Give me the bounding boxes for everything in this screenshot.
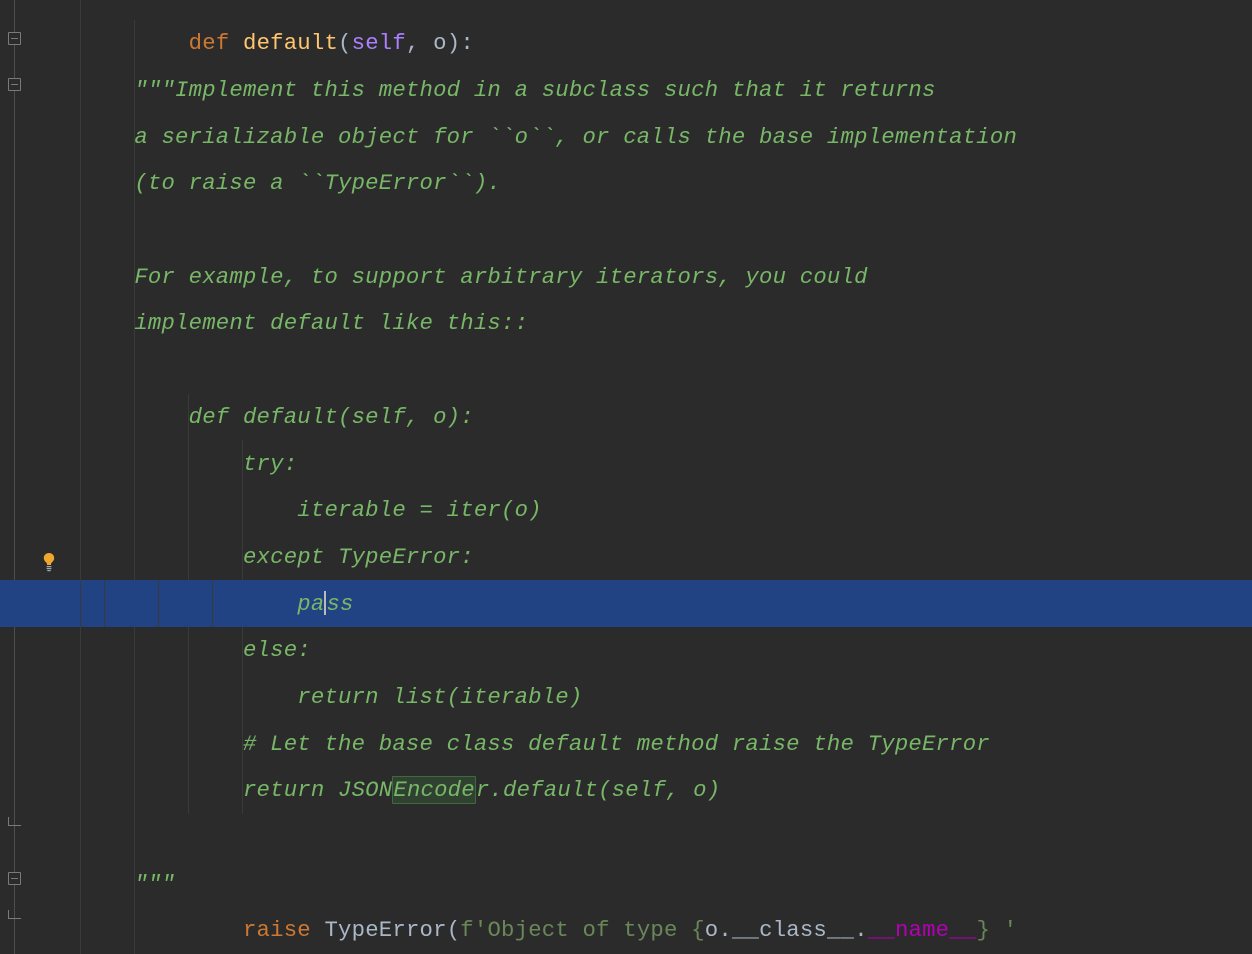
code-line[interactable] <box>30 814 1252 861</box>
code-line[interactable]: a serializable object for ``o``, or call… <box>30 113 1252 160</box>
code-line[interactable]: try: <box>30 440 1252 487</box>
magic-name: __name__ <box>868 917 977 943</box>
code-line[interactable]: def default(self, o): <box>30 394 1252 441</box>
param-o: o <box>433 30 447 56</box>
code-line[interactable]: iterable = iter(o) <box>30 487 1252 534</box>
docstring-text: # Let the base class default method rais… <box>30 731 990 757</box>
docstring-text: r.default(self, o) <box>476 777 720 803</box>
param-self: self <box>352 30 406 56</box>
function-name: default <box>243 30 338 56</box>
code-line[interactable]: except TypeError: <box>30 534 1252 581</box>
comma: , <box>406 30 433 56</box>
docstring-text: ss <box>326 591 353 617</box>
docstring-text: (to raise a ``TypeError``). <box>30 170 501 196</box>
gutter <box>0 0 30 954</box>
code-area[interactable]: def default(self, o): """Implement this … <box>30 0 1252 954</box>
fold-end-icon <box>8 910 21 919</box>
search-highlight: Encode <box>392 776 475 804</box>
code-line-active[interactable]: pass <box>0 580 1252 627</box>
fold-marker-icon[interactable] <box>8 872 21 885</box>
code-line[interactable]: implement default like this:: <box>30 300 1252 347</box>
paren-open: ( <box>338 30 352 56</box>
code-line[interactable]: (to raise a ``TypeError``). <box>30 160 1252 207</box>
docstring-text: a serializable object for ``o``, or call… <box>30 124 1017 150</box>
code-line[interactable]: return list(iterable) <box>30 674 1252 721</box>
code-line[interactable]: else: <box>30 627 1252 674</box>
fold-marker-icon[interactable] <box>8 32 21 45</box>
brace-close: } <box>976 917 990 943</box>
text-cursor <box>324 591 326 615</box>
docstring-text: def default(self, o): <box>30 404 474 430</box>
code-line[interactable]: def default(self, o): <box>30 20 1252 67</box>
code-line[interactable] <box>30 207 1252 254</box>
docstring-text: iterable = iter(o) <box>30 497 542 523</box>
docstring-text: except TypeError: <box>30 544 474 570</box>
fold-marker-icon[interactable] <box>8 78 21 91</box>
fold-end-icon <box>8 817 21 826</box>
keyword-def: def <box>189 30 243 56</box>
dot: . <box>854 917 868 943</box>
code-line[interactable] <box>30 347 1252 394</box>
docstring-text: else: <box>30 637 311 663</box>
docstring-text: implement default like this:: <box>30 310 528 336</box>
docstring-text: return list(iterable) <box>30 684 582 710</box>
code-editor[interactable]: def default(self, o): """Implement this … <box>0 0 1252 954</box>
paren-close: ): <box>447 30 474 56</box>
docstring-text: For example, to support arbitrary iterat… <box>30 264 868 290</box>
string-literal: ' <box>990 917 1017 943</box>
code-line[interactable]: return JSONEncoder.default(self, o) <box>30 767 1252 814</box>
docstring-text: try: <box>30 451 297 477</box>
code-line[interactable]: # Let the base class default method rais… <box>30 720 1252 767</box>
docstring-text: pa <box>80 591 324 617</box>
docstring-text: return JSON <box>80 777 392 803</box>
code-line[interactable]: For example, to support arbitrary iterat… <box>30 253 1252 300</box>
docstring-text: """Implement this method in a subclass s… <box>30 77 936 103</box>
